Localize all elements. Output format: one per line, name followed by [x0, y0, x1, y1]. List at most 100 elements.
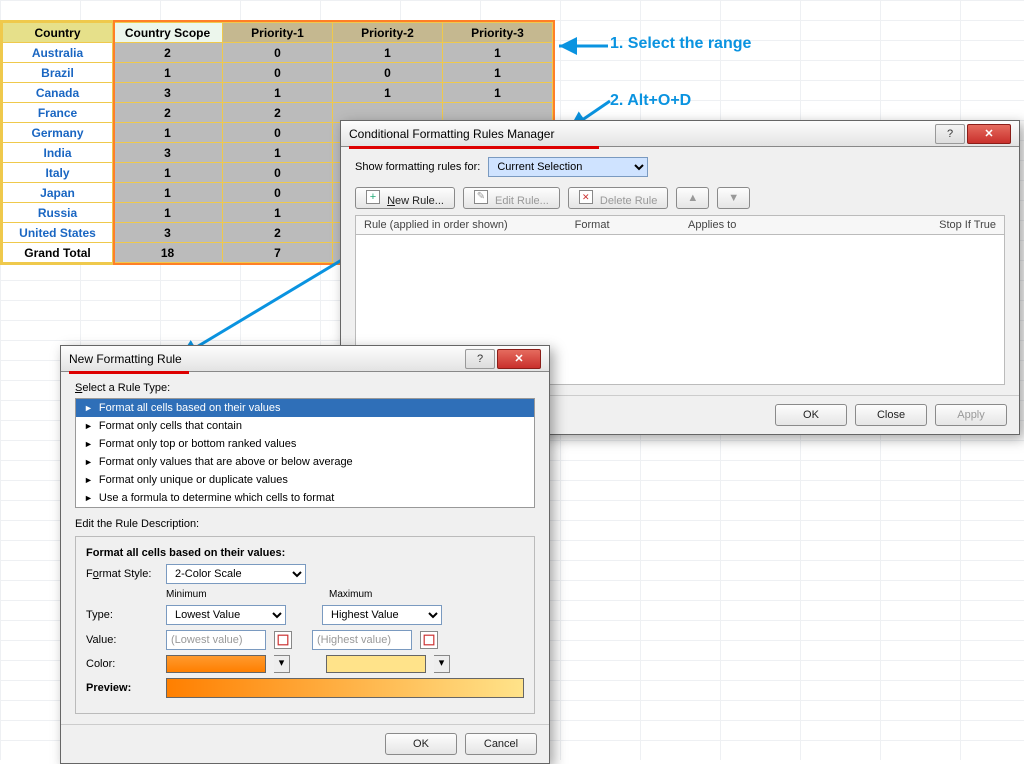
delete-rule-button[interactable]: Delete Rule	[568, 187, 669, 209]
rule-type-item[interactable]: ►Format only values that are above or be…	[76, 453, 534, 471]
new-rule-title: New Formatting Rule	[69, 352, 182, 366]
chevron-down-icon[interactable]: ▾	[434, 655, 450, 673]
row-name: Japan	[3, 183, 113, 203]
type-max-select[interactable]: Highest Value	[322, 605, 442, 625]
annot-step1: 1. Select the range	[610, 35, 751, 53]
table-header-row: Country Country Scope Priority-1 Priorit…	[3, 23, 553, 43]
col-p1: Priority-1	[223, 23, 333, 43]
rules-manager-title: Conditional Formatting Rules Manager	[349, 127, 554, 141]
preview-gradient	[166, 678, 524, 698]
row-name: Australia	[3, 43, 113, 63]
ok-button[interactable]: OK	[385, 733, 457, 755]
help-icon[interactable]: ?	[935, 124, 965, 144]
rule-type-item[interactable]: ►Format all cells based on their values	[76, 399, 534, 417]
value-label: Value:	[86, 634, 158, 646]
rule-type-item[interactable]: ►Use a formula to determine which cells …	[76, 489, 534, 507]
rule-type-item[interactable]: ►Format only top or bottom ranked values	[76, 435, 534, 453]
cell[interactable]: 1	[223, 143, 333, 163]
show-for-select[interactable]: Current Selection	[488, 157, 648, 177]
ref-selector-icon[interactable]	[274, 631, 292, 649]
table-row: Brazil1001	[3, 63, 553, 83]
value-min-input	[166, 630, 266, 650]
row-name: Brazil	[3, 63, 113, 83]
rule-list-header: Rule (applied in order shown) Format App…	[355, 215, 1005, 235]
cell[interactable]: 1	[113, 123, 223, 143]
pencil-icon	[474, 190, 488, 204]
help-icon[interactable]: ?	[465, 349, 495, 369]
apply-button[interactable]: Apply	[935, 404, 1007, 426]
rule-type-item[interactable]: ►Format only unique or duplicate values	[76, 471, 534, 489]
col-p3: Priority-3	[443, 23, 553, 43]
row-name: France	[3, 103, 113, 123]
cell[interactable]: 0	[223, 123, 333, 143]
cell[interactable]: 0	[223, 43, 333, 63]
type-label: Type:	[86, 609, 158, 621]
table-row: Australia2011	[3, 43, 553, 63]
rule-type-list[interactable]: ►Format all cells based on their values►…	[75, 398, 535, 508]
row-name: United States	[3, 223, 113, 243]
minimum-label: Minimum	[166, 589, 321, 600]
move-down-button[interactable]: ▼	[717, 187, 750, 209]
color-label: Color:	[86, 658, 158, 670]
move-up-button[interactable]: ▲	[676, 187, 709, 209]
cell[interactable]: 2	[113, 103, 223, 123]
cell[interactable]: 1	[333, 83, 443, 103]
col-country: Country	[3, 23, 113, 43]
col-scope: Country Scope	[113, 23, 223, 43]
cell[interactable]: 1	[443, 63, 553, 83]
row-name: Russia	[3, 203, 113, 223]
maximum-label: Maximum	[329, 589, 484, 600]
cell[interactable]: 1	[443, 83, 553, 103]
delete-icon	[579, 190, 593, 204]
color-min-swatch[interactable]	[166, 655, 266, 673]
close-icon[interactable]: ✕	[967, 124, 1011, 144]
cell[interactable]: 1	[113, 163, 223, 183]
cancel-button[interactable]: Cancel	[465, 733, 537, 755]
triangle-icon: ►	[84, 493, 93, 503]
triangle-icon: ►	[84, 403, 93, 413]
title-underline-2	[69, 371, 189, 374]
table-row: Canada3111	[3, 83, 553, 103]
row-name: Canada	[3, 83, 113, 103]
cell[interactable]: 0	[223, 63, 333, 83]
row-name: India	[3, 143, 113, 163]
rule-description-box: Format all cells based on their values: …	[75, 536, 535, 714]
cell[interactable]: 3	[113, 83, 223, 103]
cell[interactable]: 2	[113, 43, 223, 63]
close-button[interactable]: Close	[855, 404, 927, 426]
format-style-select[interactable]: 2-Color Scale	[166, 564, 306, 584]
cell[interactable]: 0	[223, 183, 333, 203]
cell[interactable]: 2	[223, 103, 333, 123]
color-max-swatch[interactable]	[326, 655, 426, 673]
cell[interactable]: 1	[443, 43, 553, 63]
cell[interactable]: 0	[333, 63, 443, 83]
row-name: Grand Total	[3, 243, 113, 263]
triangle-icon: ►	[84, 439, 93, 449]
cell[interactable]: 3	[113, 143, 223, 163]
desc-header: Format all cells based on their values:	[86, 547, 524, 559]
format-style-label: Format Style:	[86, 568, 158, 580]
cell[interactable]: 0	[223, 163, 333, 183]
ref-selector-icon[interactable]	[420, 631, 438, 649]
select-rule-type-label: Select a Rule Type:	[75, 382, 170, 394]
new-rule-button[interactable]: New Rule...	[355, 187, 455, 209]
cell[interactable]: 1	[333, 43, 443, 63]
triangle-icon: ►	[84, 421, 93, 431]
chevron-down-icon[interactable]: ▾	[274, 655, 290, 673]
rules-manager-titlebar[interactable]: Conditional Formatting Rules Manager ? ✕	[341, 121, 1019, 147]
rule-type-item[interactable]: ►Format only cells that contain	[76, 417, 534, 435]
new-rule-dialog: New Formatting Rule ? ✕ Select a Rule Ty…	[60, 345, 550, 764]
cell[interactable]: 1	[113, 183, 223, 203]
triangle-icon: ►	[84, 475, 93, 485]
new-rule-titlebar[interactable]: New Formatting Rule ? ✕	[61, 346, 549, 372]
cell[interactable]: 1	[113, 63, 223, 83]
edit-rule-button[interactable]: Edit Rule...	[463, 187, 560, 209]
row-name: Germany	[3, 123, 113, 143]
type-min-select[interactable]: Lowest Value	[166, 605, 286, 625]
ok-button[interactable]: OK	[775, 404, 847, 426]
annot-step2: 2. Alt+O+D	[610, 92, 691, 110]
close-icon[interactable]: ✕	[497, 349, 541, 369]
arrow-1	[555, 34, 610, 58]
cell[interactable]: 1	[223, 83, 333, 103]
row-name: Italy	[3, 163, 113, 183]
